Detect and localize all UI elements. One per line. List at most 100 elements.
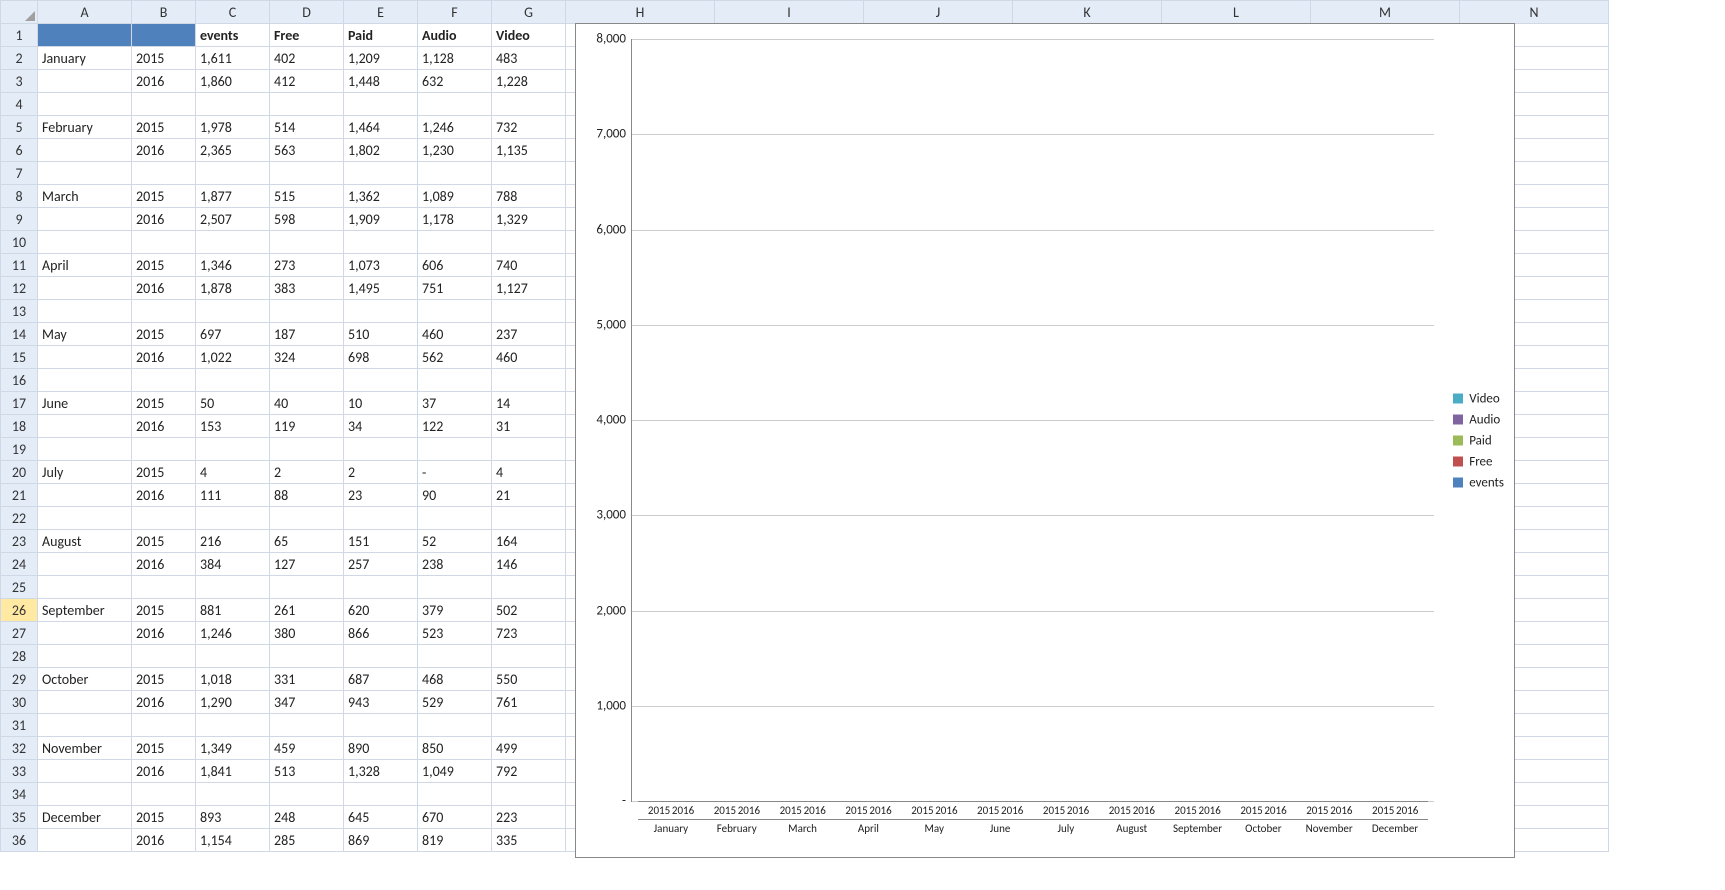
cell-C15[interactable]: 1,022	[196, 346, 270, 369]
cell-F26[interactable]: 379	[418, 599, 492, 622]
cell-E28[interactable]	[344, 645, 418, 668]
row-header-31[interactable]: 31	[1, 714, 38, 737]
row-header-19[interactable]: 19	[1, 438, 38, 461]
cell-G33[interactable]: 792	[492, 760, 566, 783]
cell-D22[interactable]	[270, 507, 344, 530]
cell-E25[interactable]	[344, 576, 418, 599]
column-header-M[interactable]: M	[1311, 1, 1460, 24]
cell-A4[interactable]	[38, 93, 132, 116]
cell-A11[interactable]: April	[38, 254, 132, 277]
cell-A18[interactable]	[38, 415, 132, 438]
row-header-14[interactable]: 14	[1, 323, 38, 346]
cell-A31[interactable]	[38, 714, 132, 737]
cell-D7[interactable]	[270, 162, 344, 185]
cell-F7[interactable]	[418, 162, 492, 185]
cell-C25[interactable]	[196, 576, 270, 599]
cell-A7[interactable]	[38, 162, 132, 185]
cell-A15[interactable]	[38, 346, 132, 369]
cell-A32[interactable]: November	[38, 737, 132, 760]
cell-G35[interactable]: 223	[492, 806, 566, 829]
cell-B21[interactable]: 2016	[132, 484, 196, 507]
column-header-A[interactable]: A	[38, 1, 132, 24]
cell-B25[interactable]	[132, 576, 196, 599]
column-header-G[interactable]: G	[492, 1, 566, 24]
cell-C9[interactable]: 2,507	[196, 208, 270, 231]
cell-G19[interactable]	[492, 438, 566, 461]
cell-C14[interactable]: 697	[196, 323, 270, 346]
cell-F30[interactable]: 529	[418, 691, 492, 714]
cell-B27[interactable]: 2016	[132, 622, 196, 645]
cell-A19[interactable]	[38, 438, 132, 461]
cell-C20[interactable]: 4	[196, 461, 270, 484]
row-header-12[interactable]: 12	[1, 277, 38, 300]
cell-F16[interactable]	[418, 369, 492, 392]
cell-E33[interactable]: 1,328	[344, 760, 418, 783]
cell-G15[interactable]: 460	[492, 346, 566, 369]
column-header-F[interactable]: F	[418, 1, 492, 24]
cell-A33[interactable]	[38, 760, 132, 783]
cell-B32[interactable]: 2015	[132, 737, 196, 760]
cell-F17[interactable]: 37	[418, 392, 492, 415]
cell-A17[interactable]: June	[38, 392, 132, 415]
cell-F14[interactable]: 460	[418, 323, 492, 346]
cell-B23[interactable]: 2015	[132, 530, 196, 553]
cell-F15[interactable]: 562	[418, 346, 492, 369]
cell-G36[interactable]: 335	[492, 829, 566, 852]
cell-F1[interactable]: Audio	[418, 24, 492, 47]
cell-C7[interactable]	[196, 162, 270, 185]
cell-F11[interactable]: 606	[418, 254, 492, 277]
cell-D25[interactable]	[270, 576, 344, 599]
row-header-8[interactable]: 8	[1, 185, 38, 208]
cell-F3[interactable]: 632	[418, 70, 492, 93]
cell-C2[interactable]: 1,611	[196, 47, 270, 70]
cell-B6[interactable]: 2016	[132, 139, 196, 162]
cell-D19[interactable]	[270, 438, 344, 461]
cell-B13[interactable]	[132, 300, 196, 323]
cell-D18[interactable]: 119	[270, 415, 344, 438]
cell-E26[interactable]: 620	[344, 599, 418, 622]
cell-G13[interactable]	[492, 300, 566, 323]
cell-D16[interactable]	[270, 369, 344, 392]
cell-G25[interactable]	[492, 576, 566, 599]
column-header-D[interactable]: D	[270, 1, 344, 24]
cell-A6[interactable]	[38, 139, 132, 162]
cell-B31[interactable]	[132, 714, 196, 737]
cell-E18[interactable]: 34	[344, 415, 418, 438]
cell-A35[interactable]: December	[38, 806, 132, 829]
cell-D12[interactable]: 383	[270, 277, 344, 300]
cell-F4[interactable]	[418, 93, 492, 116]
cell-F25[interactable]	[418, 576, 492, 599]
cell-C26[interactable]: 881	[196, 599, 270, 622]
row-header-20[interactable]: 20	[1, 461, 38, 484]
row-header-30[interactable]: 30	[1, 691, 38, 714]
cell-C36[interactable]: 1,154	[196, 829, 270, 852]
cell-G12[interactable]: 1,127	[492, 277, 566, 300]
cell-G23[interactable]: 164	[492, 530, 566, 553]
cell-D28[interactable]	[270, 645, 344, 668]
cell-F29[interactable]: 468	[418, 668, 492, 691]
cell-D35[interactable]: 248	[270, 806, 344, 829]
cell-G14[interactable]: 237	[492, 323, 566, 346]
cell-G18[interactable]: 31	[492, 415, 566, 438]
row-header-26[interactable]: 26	[1, 599, 38, 622]
cell-G31[interactable]	[492, 714, 566, 737]
cell-G1[interactable]: Video	[492, 24, 566, 47]
cell-F31[interactable]	[418, 714, 492, 737]
cell-D31[interactable]	[270, 714, 344, 737]
column-header-I[interactable]: I	[715, 1, 864, 24]
cell-F22[interactable]	[418, 507, 492, 530]
cell-D10[interactable]	[270, 231, 344, 254]
cell-G6[interactable]: 1,135	[492, 139, 566, 162]
cell-G8[interactable]: 788	[492, 185, 566, 208]
cell-C24[interactable]: 384	[196, 553, 270, 576]
cell-C11[interactable]: 1,346	[196, 254, 270, 277]
cell-F12[interactable]: 751	[418, 277, 492, 300]
cell-E2[interactable]: 1,209	[344, 47, 418, 70]
cell-D17[interactable]: 40	[270, 392, 344, 415]
cell-B7[interactable]	[132, 162, 196, 185]
select-all-corner[interactable]	[1, 1, 38, 24]
cell-C13[interactable]	[196, 300, 270, 323]
cell-A20[interactable]: July	[38, 461, 132, 484]
row-header-7[interactable]: 7	[1, 162, 38, 185]
cell-A8[interactable]: March	[38, 185, 132, 208]
